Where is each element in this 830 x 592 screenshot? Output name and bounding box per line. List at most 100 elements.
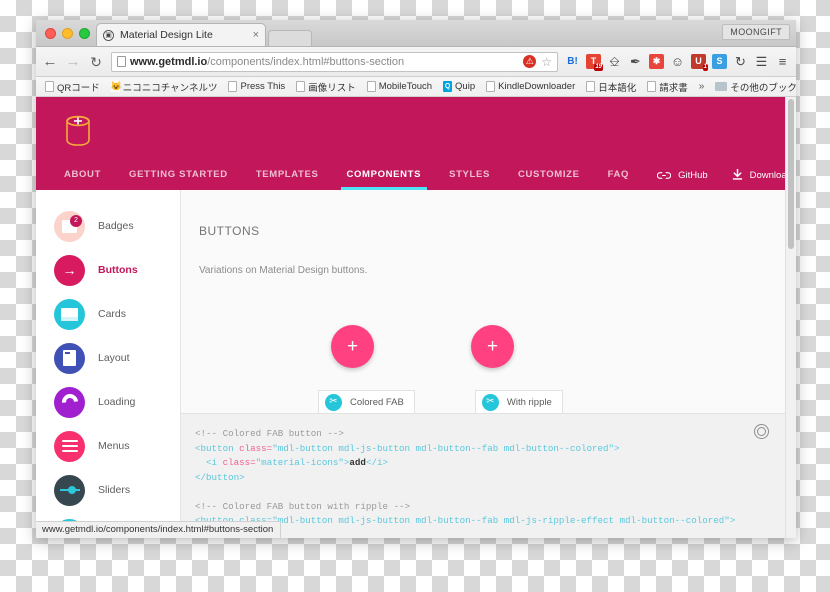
sidebar-item-loading[interactable]: Loading [36, 380, 180, 424]
other-bookmarks-folder[interactable]: その他のブックマーク [711, 79, 796, 95]
code-line-3-text: add [349, 457, 366, 468]
extension-toolbar: B! T 19 ⎒ ✒ ✱ ☺ U1 S ↻ ☰ ≡ [565, 54, 790, 71]
mdl-logo-icon[interactable] [64, 113, 92, 149]
browser-tab-title: Material Design Lite [120, 29, 213, 41]
bookmark-item[interactable]: KindleDownloader [482, 80, 579, 93]
minimize-window-button[interactable] [62, 28, 73, 39]
bookmarks-overflow-button[interactable]: » [695, 81, 709, 92]
code-tabs: ✂ Colored FAB ✂ With ripple [181, 390, 785, 414]
component-sidebar: 2 Badges → Buttons Cards Layout Loading … [36, 190, 181, 538]
nav-item-customize[interactable]: CUSTOMIZE [518, 169, 580, 190]
chrome-menu-icon[interactable]: ≡ [775, 54, 790, 69]
sidebar-item-menus[interactable]: Menus [36, 424, 180, 468]
site-body: 2 Badges → Buttons Cards Layout Loading … [36, 190, 785, 538]
bookmarks-bar: QRコード 😺 ニコニコチャンネルツ Press This 画像リスト Mobi… [36, 77, 796, 97]
maximize-window-button[interactable] [79, 28, 90, 39]
sidebar-item-layout[interactable]: Layout [36, 336, 180, 380]
folder-icon [715, 82, 728, 91]
window-controls [45, 28, 90, 39]
code-snippet[interactable]: <!-- Colored FAB button --> <button clas… [181, 414, 785, 538]
hatena-bookmark-extension-icon[interactable]: B! [565, 54, 580, 69]
nav-item-faq[interactable]: FAQ [608, 169, 629, 190]
bookmark-item[interactable]: QRコード [41, 79, 104, 95]
address-bar[interactable]: www.getmdl.io/components/index.html#butt… [111, 51, 558, 72]
browser-tab-inactive[interactable] [268, 30, 312, 46]
page-scrollbar[interactable] [785, 97, 796, 538]
bookmark-label: MobileTouch [378, 81, 433, 92]
sidebar-item-label: Menus [98, 440, 130, 452]
bookmark-label: Quip [455, 81, 476, 92]
browser-tab-active[interactable]: ▣ Material Design Lite × [96, 23, 266, 46]
page-info-icon[interactable] [117, 56, 126, 67]
nav-item-components[interactable]: COMPONENTS [340, 169, 427, 190]
download-icon [732, 169, 742, 180]
bookmark-item[interactable]: Q Quip [439, 80, 479, 93]
nav-item-templates[interactable]: TEMPLATES [256, 169, 319, 190]
eyedropper-extension-icon[interactable]: ✒ [628, 54, 643, 69]
url-path: /components/index.html#buttons-section [207, 55, 405, 68]
todoist-extension-icon[interactable]: T 19 [586, 54, 603, 71]
profile-name-button[interactable]: MOONGIFT [722, 24, 790, 40]
github-link-label: GitHub [678, 169, 708, 181]
back-button[interactable]: ← [42, 54, 58, 69]
nav-item-about[interactable]: ABOUT [64, 169, 101, 190]
sidebar-item-sliders[interactable]: Sliders [36, 468, 180, 512]
close-window-button[interactable] [45, 28, 56, 39]
sidebar-item-badges[interactable]: 2 Badges [36, 204, 180, 248]
cat-icon: 😺 [110, 81, 122, 92]
code-line-3-attr: class= [222, 457, 256, 468]
close-tab-icon[interactable]: × [253, 29, 259, 41]
ublock-extension-icon[interactable]: U1 [691, 54, 708, 71]
arrow-icon: → [54, 254, 85, 286]
colored-fab-button[interactable]: + [331, 324, 374, 368]
badge-count: 2 [70, 214, 82, 227]
page-title: BUTTONS [199, 224, 260, 238]
browser-window: ▣ Material Design Lite × MOONGIFT ← → ↻ … [36, 20, 796, 538]
bookmark-item[interactable]: 画像リスト [292, 79, 360, 95]
page-icon [45, 81, 54, 92]
bookmark-label: 日本語化 [598, 82, 637, 94]
evernote-extension-icon[interactable]: S [712, 54, 727, 69]
sidebar-item-cards[interactable]: Cards [36, 292, 180, 336]
cut-icon: ✂ [481, 393, 499, 411]
page-icon [228, 81, 238, 92]
loading-icon [54, 386, 85, 418]
github-link[interactable]: GitHub [657, 170, 708, 181]
tab-colored-fab[interactable]: ✂ Colored FAB [318, 390, 415, 413]
asterisk-extension-icon[interactable]: ✱ [649, 54, 664, 69]
nav-item-getting-started[interactable]: GETTING STARTED [129, 169, 228, 190]
code-tab-label: Colored FAB [350, 396, 404, 408]
content-blocked-icon[interactable]: ⚠ [523, 55, 537, 68]
page-scrollbar-thumb[interactable] [788, 99, 794, 249]
bookmark-label: ニコニコチャンネルツ [122, 82, 218, 94]
omnibox-actions: ⚠ ☆ [523, 55, 552, 69]
site-nav: ABOUT GETTING STARTED TEMPLATES COMPONEN… [64, 154, 785, 190]
browser-toolbar: ← → ↻ www.getmdl.io/components/index.htm… [36, 47, 796, 77]
sidebar-item-buttons[interactable]: → Buttons [36, 248, 180, 292]
page-icon [366, 81, 376, 92]
download-link[interactable]: Download [732, 169, 785, 181]
bookmark-item[interactable]: 日本語化 [582, 79, 640, 95]
page-icon [486, 81, 496, 92]
reload-button[interactable]: ↻ [88, 55, 104, 69]
smile-extension-icon[interactable]: ☺ [670, 54, 685, 69]
bookmark-star-icon[interactable]: ☆ [541, 55, 552, 69]
page-icon [586, 81, 596, 92]
bookmark-item[interactable]: Press This [224, 80, 289, 93]
window-extension-icon[interactable]: ⎒ [607, 54, 622, 69]
bookmark-label: 請求書 [659, 82, 688, 94]
history-extension-icon[interactable]: ↻ [733, 54, 748, 69]
menu-icon [54, 430, 85, 462]
bookmark-item[interactable]: 請求書 [643, 79, 692, 95]
target-icon[interactable] [754, 424, 769, 439]
page-icon [647, 81, 657, 92]
bookmark-item[interactable]: MobileTouch [363, 80, 436, 93]
nav-item-styles[interactable]: STYLES [449, 169, 490, 190]
bookmark-item[interactable]: 😺 ニコニコチャンネルツ [107, 79, 222, 95]
ripple-fab-button[interactable]: + [471, 324, 514, 368]
cut-icon: ✂ [325, 393, 342, 411]
tab-with-ripple[interactable]: ✂ With ripple [474, 390, 563, 413]
forward-button[interactable]: → [65, 54, 81, 69]
layers-extension-icon[interactable]: ☰ [754, 54, 769, 69]
slider-icon [54, 474, 85, 506]
